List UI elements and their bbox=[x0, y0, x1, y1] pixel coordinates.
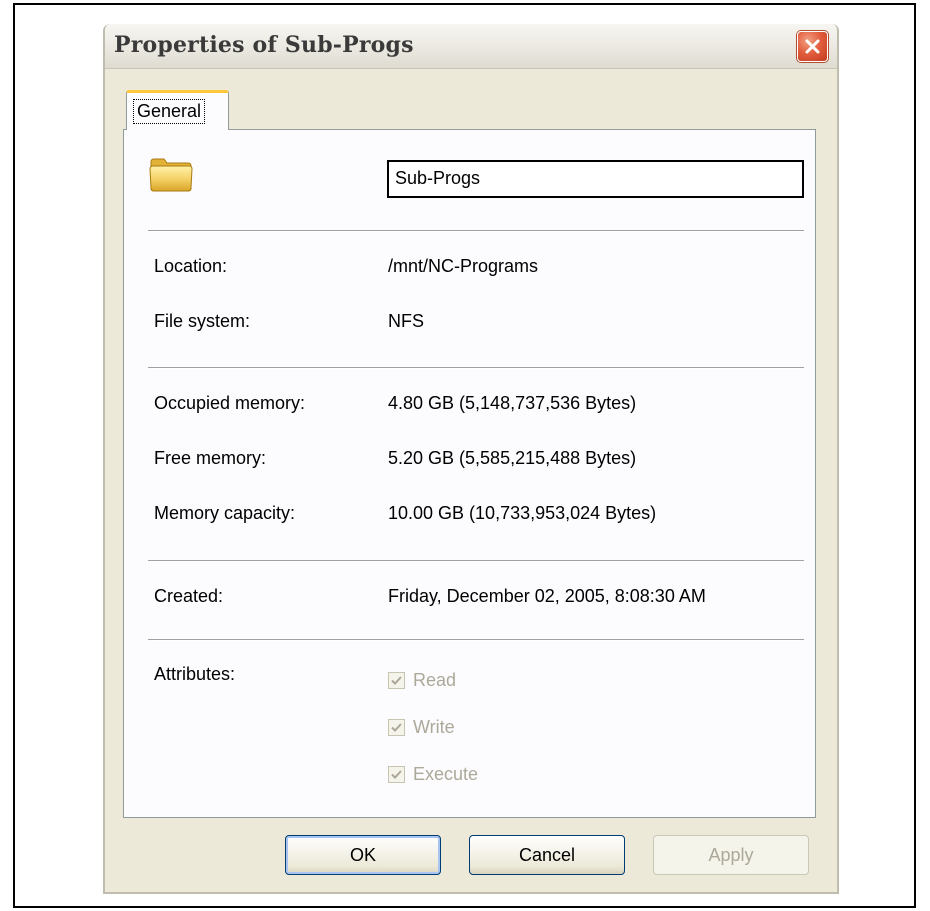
ok-button[interactable]: OK bbox=[285, 835, 441, 875]
checkmark-icon bbox=[391, 770, 402, 779]
checkbox-write[interactable] bbox=[388, 719, 405, 736]
attribute-execute-checkbox[interactable]: Execute bbox=[388, 764, 478, 785]
free-memory-label: Free memory: bbox=[154, 448, 267, 468]
window-title: Properties of Sub-Progs bbox=[114, 32, 414, 58]
occupied-memory-label: Occupied memory: bbox=[154, 393, 306, 413]
cancel-button[interactable]: Cancel bbox=[469, 835, 625, 875]
divider bbox=[148, 560, 804, 562]
created-value: Friday, December 02, 2005, 8:08:30 AM bbox=[388, 586, 706, 606]
checkbox-write-label: Write bbox=[413, 717, 455, 737]
filesystem-label: File system: bbox=[154, 311, 251, 331]
tab-general[interactable]: General bbox=[126, 90, 229, 130]
divider bbox=[148, 639, 804, 641]
memory-capacity-value: 10.00 GB (10,733,953,024 Bytes) bbox=[388, 503, 657, 523]
attribute-read-checkbox[interactable]: Read bbox=[388, 670, 456, 691]
name-field[interactable]: Sub-Progs bbox=[387, 160, 804, 198]
checkmark-icon bbox=[391, 676, 402, 685]
free-memory-value: 5.20 GB (5,585,215,488 Bytes) bbox=[388, 448, 637, 468]
apply-button[interactable]: Apply bbox=[653, 835, 809, 875]
location-value: /mnt/NC-Programs bbox=[388, 256, 539, 276]
close-icon bbox=[805, 39, 820, 54]
checkbox-execute[interactable] bbox=[388, 766, 405, 783]
general-panel: Sub-Progs Location: /mnt/NC-Programs Fil… bbox=[123, 129, 816, 818]
checkbox-execute-label: Execute bbox=[413, 764, 479, 784]
close-button[interactable] bbox=[797, 31, 828, 62]
checkbox-read[interactable] bbox=[388, 672, 405, 689]
tab-general-label: General bbox=[133, 99, 206, 124]
attribute-write-checkbox[interactable]: Write bbox=[388, 717, 455, 738]
location-label: Location: bbox=[154, 256, 228, 276]
checkmark-icon bbox=[391, 723, 402, 732]
attributes-label: Attributes: bbox=[154, 664, 236, 684]
created-label: Created: bbox=[154, 586, 224, 606]
memory-capacity-label: Memory capacity: bbox=[154, 503, 296, 523]
filesystem-value: NFS bbox=[388, 311, 424, 331]
occupied-memory-value: 4.80 GB (5,148,737,536 Bytes) bbox=[388, 393, 637, 413]
properties-dialog: Properties of Sub-Progs General Sub-Prog… bbox=[103, 24, 839, 894]
checkbox-read-label: Read bbox=[413, 670, 457, 690]
folder-icon bbox=[149, 158, 193, 192]
title-bar[interactable]: Properties of Sub-Progs bbox=[105, 24, 837, 69]
divider bbox=[148, 230, 804, 232]
divider bbox=[148, 367, 804, 369]
